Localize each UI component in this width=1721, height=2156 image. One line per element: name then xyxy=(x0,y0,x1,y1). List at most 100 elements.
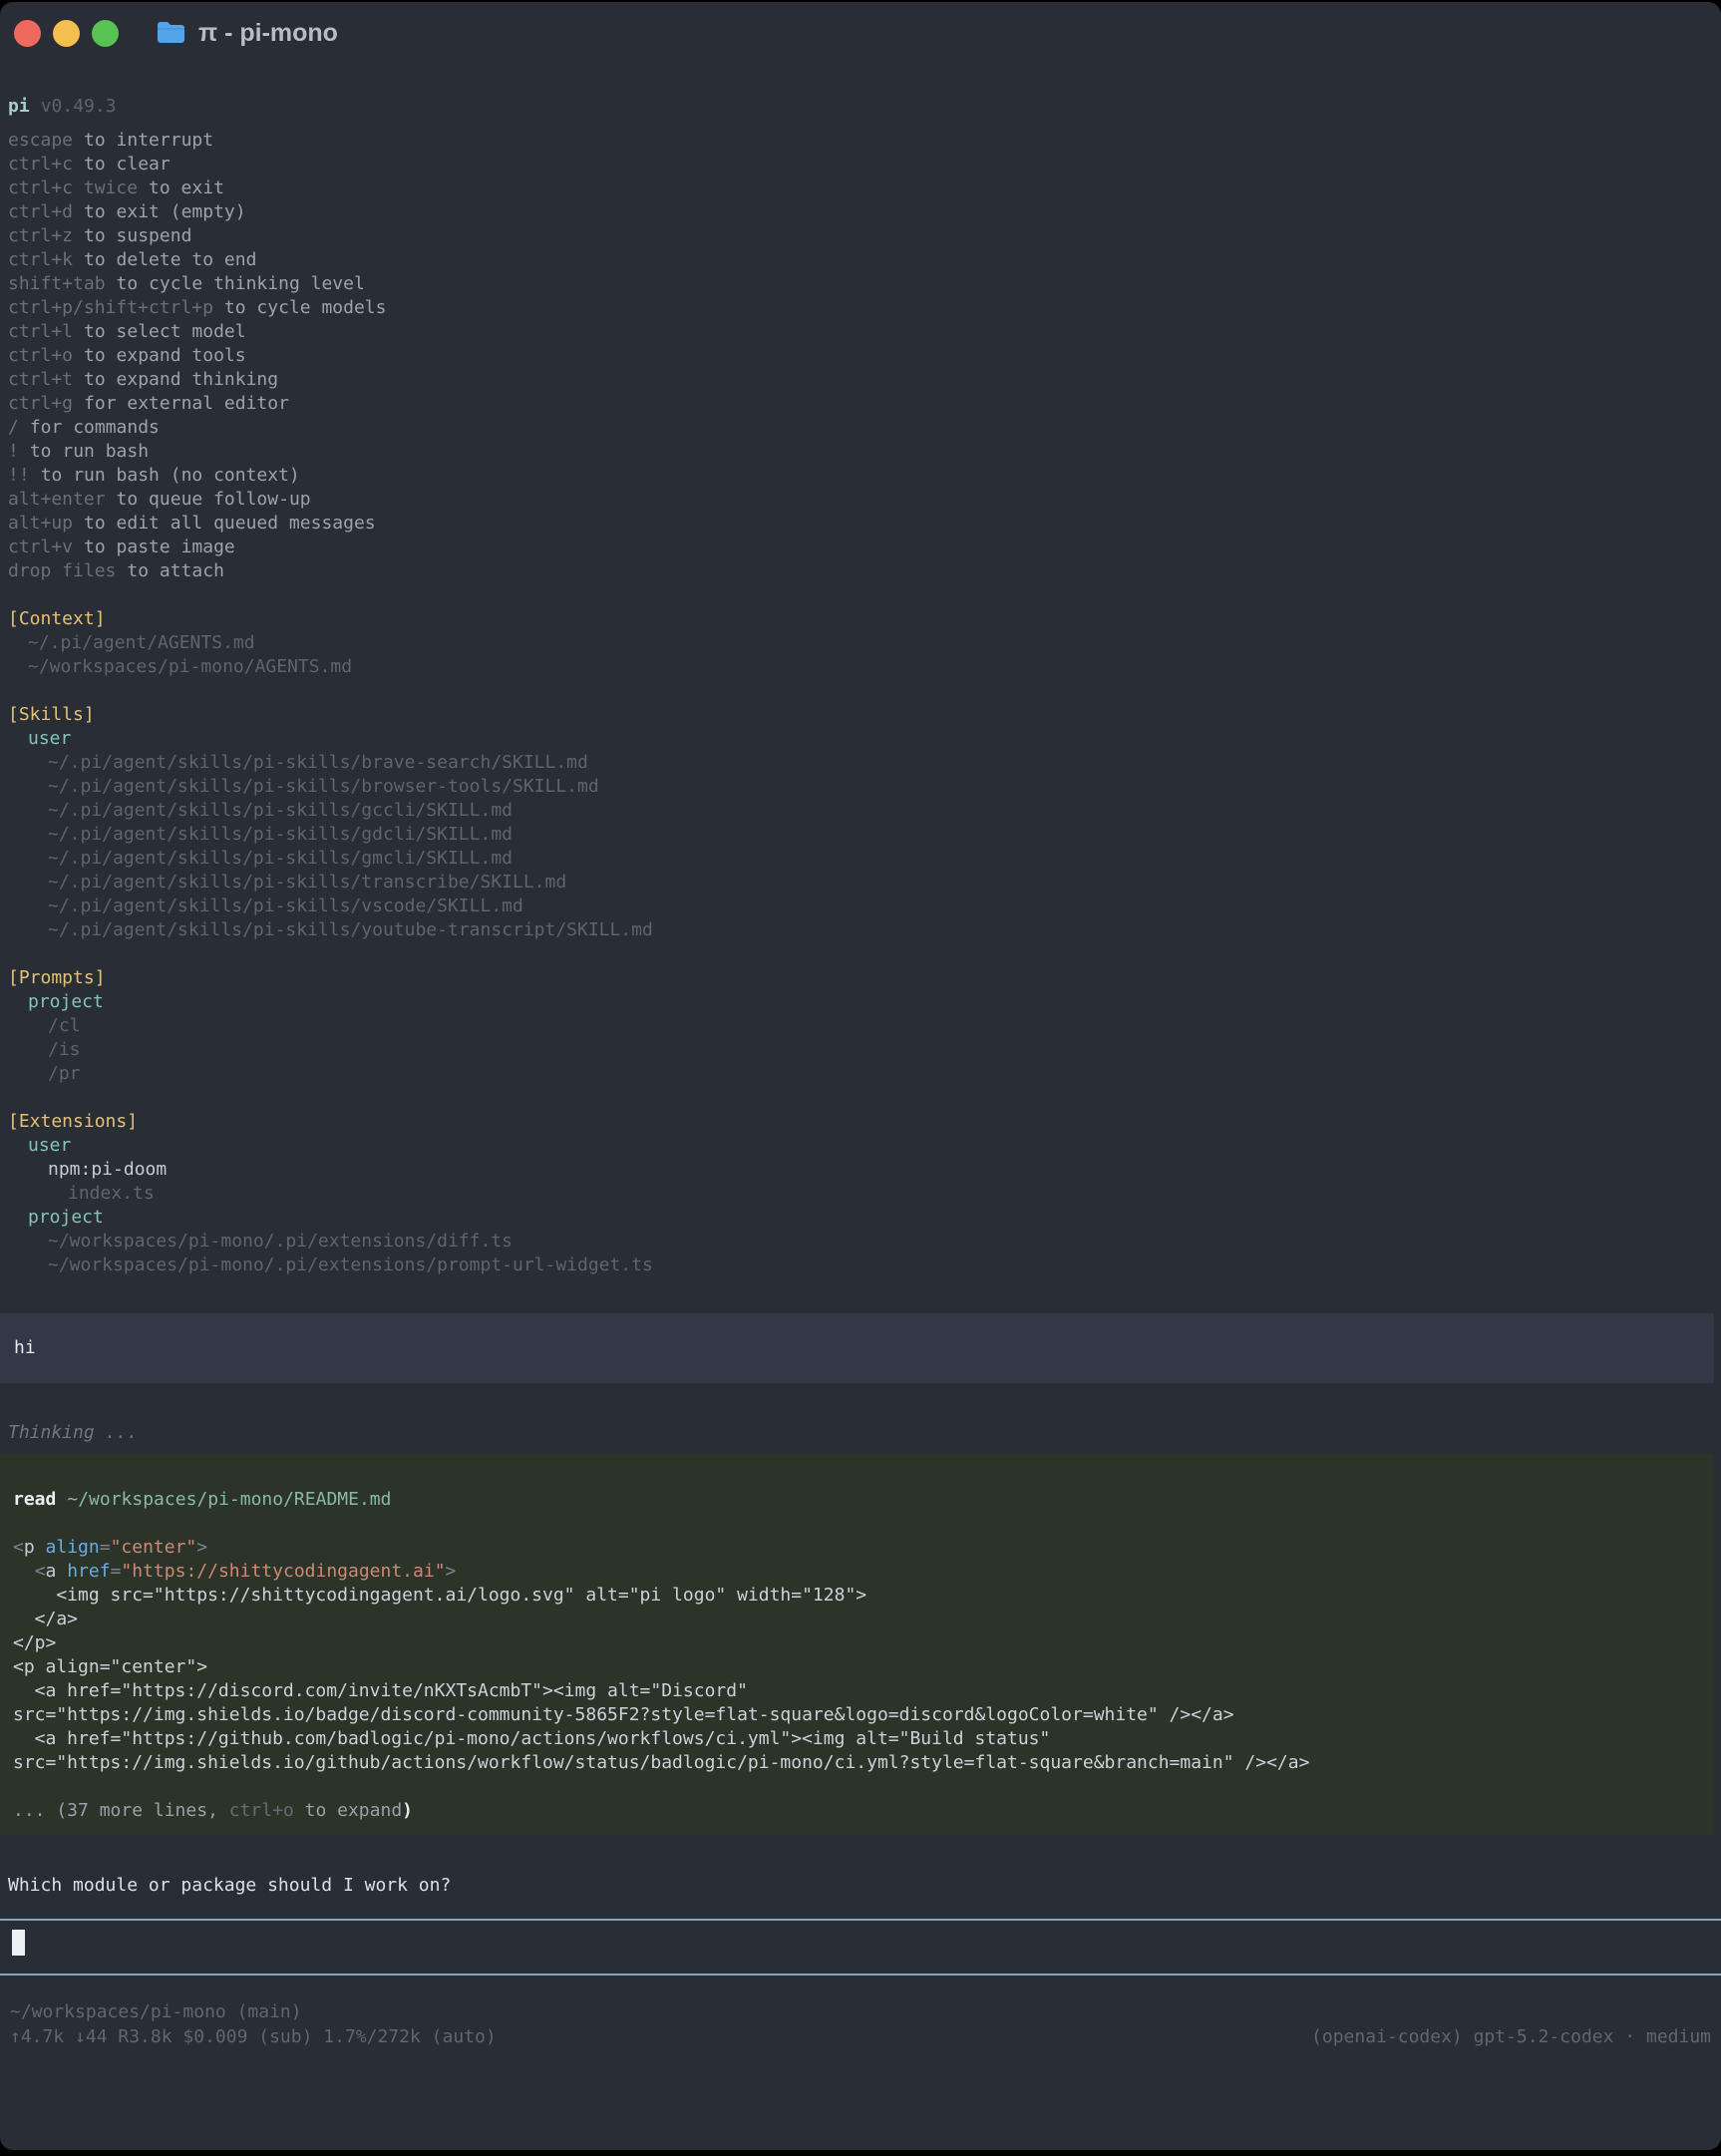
skill-path: ~/.pi/agent/skills/pi-skills/gccli/SKILL… xyxy=(0,799,1721,823)
extension-package: npm:pi-doom xyxy=(0,1158,1721,1182)
input-bottom-rule xyxy=(0,1974,1721,1976)
shortcut-key: ctrl+o xyxy=(8,345,73,366)
close-button[interactable] xyxy=(14,20,41,47)
shortcut-description: to suspend xyxy=(84,225,191,246)
shortcut-line: !to run bash xyxy=(0,440,1721,464)
shortcuts-list: escapeto interrupt ctrl+c to clear ctrl+c… xyxy=(0,129,1721,583)
shortcut-line: ctrl+g for external editor xyxy=(0,392,1721,416)
context-header: [Context] xyxy=(0,607,1721,631)
tool-name: read xyxy=(13,1489,56,1510)
terminal-window: π - pi-mono piv0.49.3 escapeto interrupt… xyxy=(0,2,1721,2150)
shortcut-description: to run bash (no context) xyxy=(41,465,300,486)
shortcut-key: ctrl+z xyxy=(8,225,73,246)
shortcut-key: ctrl+k xyxy=(8,249,73,270)
prompts-section: [Prompts] project /cl /is /pr xyxy=(0,966,1721,1086)
shortcut-key: ctrl+g xyxy=(8,393,73,414)
shortcut-description: for commands xyxy=(30,417,160,438)
shortcut-line: ctrl+l to select model xyxy=(0,320,1721,344)
shortcut-description: to queue follow-up xyxy=(117,489,311,510)
titlebar: π - pi-mono xyxy=(0,2,1721,64)
shortcut-key: ctrl+c xyxy=(8,154,73,175)
context-paths: ~/.pi/agent/AGENTS.md ~/workspaces/pi-mo… xyxy=(0,631,1721,679)
code-line: src="https://img.shields.io/badge/discor… xyxy=(13,1703,1700,1727)
shortcut-key: alt+enter xyxy=(8,489,106,510)
shortcut-key: ctrl+l xyxy=(8,321,73,342)
extension-path: ~/workspaces/pi-mono/.pi/extensions/prom… xyxy=(0,1254,1721,1277)
shortcut-line: ctrl+c twiceto exit xyxy=(0,177,1721,200)
shortcut-line: escapeto interrupt xyxy=(0,129,1721,153)
shortcut-key: !! xyxy=(8,465,30,486)
code-line: <a href="https://github.com/badlogic/pi-… xyxy=(13,1727,1700,1751)
prompt-command: /is xyxy=(0,1038,1721,1062)
extension-paths: ~/workspaces/pi-mono/.pi/extensions/diff… xyxy=(0,1230,1721,1277)
skill-path: ~/.pi/agent/skills/pi-skills/vscode/SKIL… xyxy=(0,895,1721,918)
code-line: <a href="https://shittycodingagent.ai"> xyxy=(13,1560,1700,1584)
shortcut-key: alt+up xyxy=(8,513,73,534)
user-message: hi xyxy=(0,1313,1714,1383)
extensions-group-project: project xyxy=(0,1206,1721,1230)
code-line: src="https://img.shields.io/github/actio… xyxy=(13,1751,1700,1775)
shortcut-key: ctrl+c twice xyxy=(8,178,138,198)
code-line xyxy=(13,1775,1700,1799)
status-line: ↑4.7k ↓44 R3.8k $0.009 (sub) 1.7%/272k (… xyxy=(0,2025,1721,2049)
skills-group-user: user xyxy=(0,727,1721,751)
shortcut-line: ctrl+p/shift+ctrl+pto cycle models xyxy=(0,296,1721,320)
maximize-button[interactable] xyxy=(92,20,119,47)
shortcut-line: ctrl+dto exit (empty) xyxy=(0,200,1721,224)
skill-path: ~/.pi/agent/skills/pi-skills/transcribe/… xyxy=(0,871,1721,895)
shortcut-key: / xyxy=(8,417,19,438)
shortcut-line: shift+tabto cycle thinking level xyxy=(0,272,1721,296)
code-line: <p align="center"> xyxy=(13,1536,1700,1560)
tool-argument: ~/workspaces/pi-mono/README.md xyxy=(67,1489,391,1510)
code-line: </a> xyxy=(13,1608,1700,1631)
app-version-line: piv0.49.3 xyxy=(0,95,1721,119)
extension-path: ~/workspaces/pi-mono/.pi/extensions/diff… xyxy=(0,1230,1721,1254)
status-cwd: ~/workspaces/pi-mono (main) xyxy=(0,2000,1721,2024)
shortcut-description: to select model xyxy=(84,321,246,342)
extension-package-file: index.ts xyxy=(0,1182,1721,1206)
code-line: <img src="https://shittycodingagent.ai/l… xyxy=(13,1584,1700,1608)
shortcut-description: to clear xyxy=(84,154,171,175)
skill-path: ~/.pi/agent/skills/pi-skills/gdcli/SKILL… xyxy=(0,823,1721,847)
skill-path: ~/.pi/agent/skills/pi-skills/browser-too… xyxy=(0,775,1721,799)
tool-output-code: <p align="center"> <a href="https://shit… xyxy=(13,1512,1700,1823)
prompt-command: /cl xyxy=(0,1014,1721,1038)
shortcut-description: to attach xyxy=(127,560,224,581)
shortcut-line: ctrl+v to paste image xyxy=(0,536,1721,559)
shortcut-description: to paste image xyxy=(84,537,235,557)
code-line: <p align="center"> xyxy=(13,1655,1700,1679)
shortcut-description: for external editor xyxy=(84,393,289,414)
folder-icon xyxy=(156,20,186,46)
shortcut-key: escape xyxy=(8,130,73,151)
shortcut-line: ctrl+t to expand thinking xyxy=(0,368,1721,392)
shortcut-line: alt+up to edit all queued messages xyxy=(0,512,1721,536)
shortcut-description: to expand thinking xyxy=(84,369,278,390)
shortcut-key: ! xyxy=(8,441,19,462)
shortcut-description: to delete to end xyxy=(84,249,256,270)
shortcut-description: to edit all queued messages xyxy=(84,513,376,534)
thinking-indicator: Thinking ... xyxy=(0,1421,1721,1445)
extensions-section: [Extensions] user npm:pi-doom index.ts p… xyxy=(0,1110,1721,1277)
context-path: ~/.pi/agent/AGENTS.md xyxy=(0,631,1721,655)
shortcut-key: ctrl+p/shift+ctrl+p xyxy=(8,297,213,318)
skill-path: ~/.pi/agent/skills/pi-skills/brave-searc… xyxy=(0,751,1721,775)
shortcut-description: to exit (empty) xyxy=(84,201,246,222)
shortcut-line: ctrl+z to suspend xyxy=(0,224,1721,248)
shortcut-line: !! to run bash (no context) xyxy=(0,464,1721,488)
prompt-input[interactable] xyxy=(0,1930,1721,1974)
input-top-rule xyxy=(0,1919,1721,1921)
app-version: v0.49.3 xyxy=(41,96,117,117)
code-line: </p> xyxy=(13,1631,1700,1655)
window-title: π - pi-mono xyxy=(198,21,338,45)
minimize-button[interactable] xyxy=(53,20,80,47)
skills-header: [Skills] xyxy=(0,703,1721,727)
shortcut-line: ctrl+c to clear xyxy=(0,153,1721,177)
shortcut-description: to cycle thinking level xyxy=(117,273,365,294)
prompt-commands: /cl /is /pr xyxy=(0,1014,1721,1086)
shortcut-key: ctrl+t xyxy=(8,369,73,390)
tool-call-block: read ~/workspaces/pi-mono/README.md <p al… xyxy=(0,1454,1714,1835)
text-cursor xyxy=(12,1930,25,1956)
extensions-header: [Extensions] xyxy=(0,1110,1721,1134)
shortcut-line: ctrl+oto expand tools xyxy=(0,344,1721,368)
shortcut-key: ctrl+v xyxy=(8,537,73,557)
